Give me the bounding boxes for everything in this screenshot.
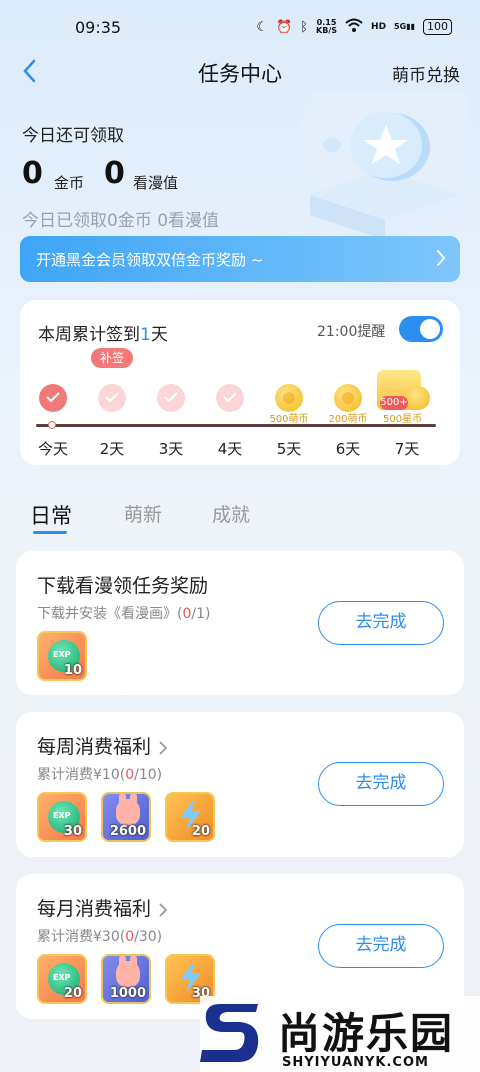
day-label: 2天 — [99, 440, 125, 458]
day-7-reward-label: 500星币 — [383, 414, 423, 425]
bunny-reward-icon: 1000 — [101, 954, 151, 1004]
watermark-url: SHYIYUANYK.COM — [282, 1055, 429, 1070]
exp-reward-icon: 10 — [37, 631, 87, 681]
coin-icon — [334, 384, 362, 412]
coin-icon — [406, 386, 430, 410]
coin-exchange-link[interactable]: 萌币兑换 — [392, 61, 460, 86]
toggle-knob — [420, 319, 440, 339]
tab-achievement[interactable]: 成就 — [212, 500, 250, 527]
day-label: 7天 — [394, 440, 420, 458]
available-label: 今日还可领取 — [22, 126, 124, 146]
manga-points-unit: 看漫值 — [133, 174, 179, 192]
coin-icon — [275, 384, 303, 412]
check-icon — [216, 384, 244, 412]
task-go-button[interactable]: 去完成 — [318, 924, 444, 968]
task-desc: 累计消费¥30(0/30) — [37, 929, 163, 945]
exp-reward-icon: 20 — [37, 954, 87, 1004]
hd-icon: HD — [371, 22, 387, 32]
weekly-signin-card: 本周累计签到1天 21:00提醒 补签 500萌币 200萌币 500+ 500… — [20, 300, 460, 465]
makeup-signin-badge[interactable]: 补签 — [91, 348, 133, 368]
day-label: 今天 — [37, 440, 68, 458]
task-card-download: 下载看漫领任务奖励 下载并安装《看漫画》(0/1) 去完成 10 — [16, 551, 464, 695]
signin-count: 1 — [140, 325, 151, 345]
task-go-button[interactable]: 去完成 — [318, 601, 444, 645]
day-label: 3天 — [158, 440, 184, 458]
task-rewards: 10 — [37, 631, 87, 681]
bluetooth-icon: ᛒ — [300, 19, 309, 35]
received-today-text: 今日已领取0金币 0看漫值 — [22, 211, 220, 231]
check-icon — [157, 384, 185, 412]
tab-daily[interactable]: 日常 — [30, 500, 72, 530]
coins-value: 0 — [22, 156, 43, 191]
day-label: 5天 — [276, 440, 302, 458]
signin-progress-dot — [48, 421, 56, 429]
manga-points-value: 0 — [104, 156, 125, 191]
alarm-icon: ⏰ — [276, 19, 293, 35]
day-4-status — [205, 384, 255, 412]
check-icon — [98, 384, 126, 412]
battery-icon: 100 — [423, 19, 452, 35]
signin-progress-track — [36, 424, 436, 427]
tab-active-indicator — [33, 531, 67, 534]
chevron-right-icon — [159, 902, 168, 917]
coins-unit: 金币 — [54, 174, 85, 192]
exp-reward-icon: 30 — [37, 792, 87, 842]
coin-decoration — [298, 60, 480, 240]
check-icon — [39, 384, 67, 412]
wifi-icon — [345, 18, 363, 36]
task-title: 下载看漫领任务奖励 — [37, 575, 209, 597]
network-speed: 0.15 KB/S — [316, 18, 338, 35]
bunny-reward-icon: 2600 — [101, 792, 151, 842]
vip-promo-banner[interactable]: 开通黑金会员领取双倍金币奖励 ~ — [20, 236, 460, 282]
tab-newbie[interactable]: 萌新 — [124, 500, 162, 527]
day-5-reward-label: 500萌币 — [269, 414, 309, 425]
watermark-text: 尚游乐园 — [278, 1009, 455, 1058]
gift-box-badge: 500+ — [380, 396, 408, 410]
day-6-reward: 200萌币 — [323, 384, 373, 425]
task-rewards: 20 1000 30 — [37, 954, 215, 1004]
day-1-status — [28, 384, 78, 412]
task-desc: 累计消费¥10(0/10) — [37, 767, 163, 783]
day-2-status — [87, 384, 137, 412]
bolt-reward-icon: 20 — [165, 792, 215, 842]
task-rewards: 30 2600 20 — [37, 792, 215, 842]
remind-label: 21:00提醒 — [317, 324, 386, 340]
day-6-reward-label: 200萌币 — [328, 414, 368, 425]
moon-icon: ☾ — [256, 19, 269, 35]
status-time: 09:35 — [75, 18, 122, 37]
task-desc: 下载并安装《看漫画》(0/1) — [37, 606, 211, 622]
task-go-button[interactable]: 去完成 — [318, 762, 444, 806]
day-label: 4天 — [217, 440, 243, 458]
signal-icon: 5G▮▮ — [394, 22, 415, 31]
day-label: 6天 — [335, 440, 361, 458]
task-title: 每月消费福利 — [37, 894, 168, 921]
status-icons: ☾ ⏰ ᛒ 0.15 KB/S HD 5G▮▮ 100 — [256, 18, 452, 36]
watermark-logo — [200, 998, 262, 1068]
task-title: 每周消费福利 — [37, 732, 168, 759]
remind-toggle[interactable] — [399, 316, 443, 342]
signin-title: 本周累计签到1天 — [38, 325, 168, 345]
chevron-right-icon — [159, 740, 168, 755]
day-3-status — [146, 384, 196, 412]
status-bar: 09:35 ☾ ⏰ ᛒ 0.15 KB/S HD 5G▮▮ 100 — [0, 0, 480, 50]
task-card-weekly[interactable]: 每周消费福利 累计消费¥10(0/10) 去完成 30 2600 20 — [16, 712, 464, 857]
promo-text: 开通黑金会员领取双倍金币奖励 ~ — [36, 251, 264, 269]
day-5-reward: 500萌币 — [264, 384, 314, 425]
chevron-right-icon — [436, 249, 446, 267]
